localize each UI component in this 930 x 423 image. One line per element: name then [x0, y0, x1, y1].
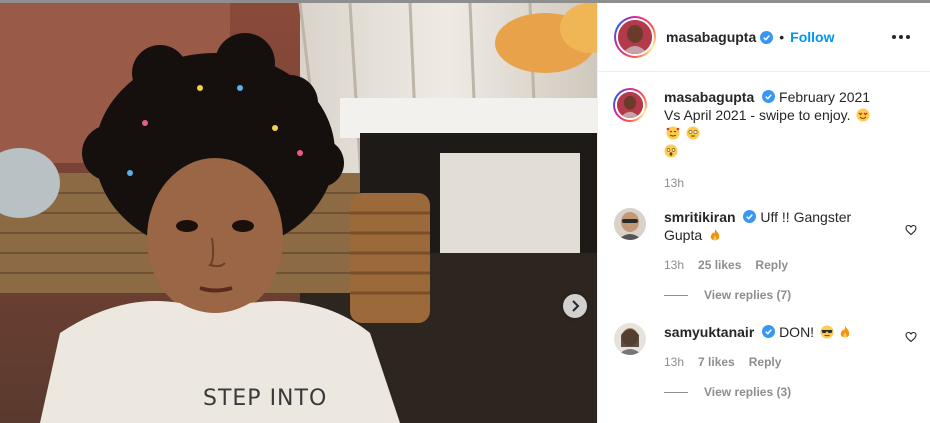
- caption-avatar: [617, 92, 643, 118]
- post-caption: masabagupta February 2021 Vs April 2021 …: [613, 88, 914, 192]
- caption-username[interactable]: masabagupta: [664, 89, 754, 105]
- follow-button[interactable]: Follow: [790, 29, 834, 45]
- shocked-emoji: [664, 144, 678, 158]
- like-heart-icon[interactable]: [905, 331, 917, 343]
- separator-dot: •: [779, 29, 785, 45]
- shirt-text: STEP INTO: [203, 386, 328, 411]
- fire-emoji: [710, 229, 720, 241]
- comment-item: samyuktanair DON! 13h 7 likes Reply: [614, 323, 917, 371]
- smiling-hearts-emoji: [666, 126, 680, 140]
- post-photo[interactable]: STEP INTO: [0, 3, 597, 423]
- comment-likes[interactable]: 25 likes: [698, 256, 741, 274]
- verified-badge-icon: [762, 90, 776, 103]
- like-heart-icon[interactable]: [905, 224, 917, 236]
- owner-avatar: [618, 20, 652, 54]
- heart-eyes-emoji: [856, 108, 870, 122]
- comment-time: 13h: [664, 258, 685, 272]
- view-replies-button[interactable]: View replies (7): [664, 288, 914, 302]
- comment-username[interactable]: samyuktanair: [664, 324, 754, 340]
- comment-item: smritikiran Uff !! Gangster Gupta 13h 25…: [614, 208, 917, 274]
- owner-username[interactable]: masabagupta: [666, 29, 756, 45]
- verified-badge-icon: [760, 30, 774, 44]
- reply-button[interactable]: Reply: [749, 353, 782, 371]
- next-photo-button[interactable]: [563, 294, 587, 318]
- childhood-photo: [0, 3, 597, 423]
- owner-story-ring[interactable]: [614, 16, 656, 58]
- comments-list: masabagupta February 2021 Vs April 2021 …: [598, 72, 930, 399]
- verified-badge-icon: [743, 210, 757, 223]
- more-options-icon[interactable]: [888, 31, 914, 43]
- caption-time: 13h: [664, 176, 685, 190]
- sunglasses-emoji: [820, 325, 834, 339]
- view-replies-label: View replies (3): [704, 385, 792, 399]
- chevron-right-icon: [572, 300, 580, 312]
- view-replies-label: View replies (7): [704, 288, 792, 302]
- replies-divider: [664, 294, 688, 296]
- reply-button[interactable]: Reply: [755, 256, 788, 274]
- comment-text: DON!: [779, 324, 815, 340]
- rolling-eyes-emoji: [686, 126, 700, 140]
- comment-likes[interactable]: 7 likes: [698, 353, 735, 371]
- post-header: masabagupta • Follow: [598, 3, 930, 72]
- comment-time: 13h: [664, 355, 685, 369]
- fire-emoji: [840, 326, 850, 338]
- commenter-avatar[interactable]: [614, 208, 646, 240]
- comment-username[interactable]: smritikiran: [664, 209, 736, 225]
- caption-avatar-ring[interactable]: [613, 88, 647, 122]
- commenter-avatar[interactable]: [614, 323, 646, 355]
- post-panel: masabagupta • Follow masabagupta Februar…: [597, 3, 930, 423]
- view-replies-button[interactable]: View replies (3): [664, 385, 914, 399]
- replies-divider: [664, 391, 688, 393]
- verified-badge-icon: [762, 325, 776, 338]
